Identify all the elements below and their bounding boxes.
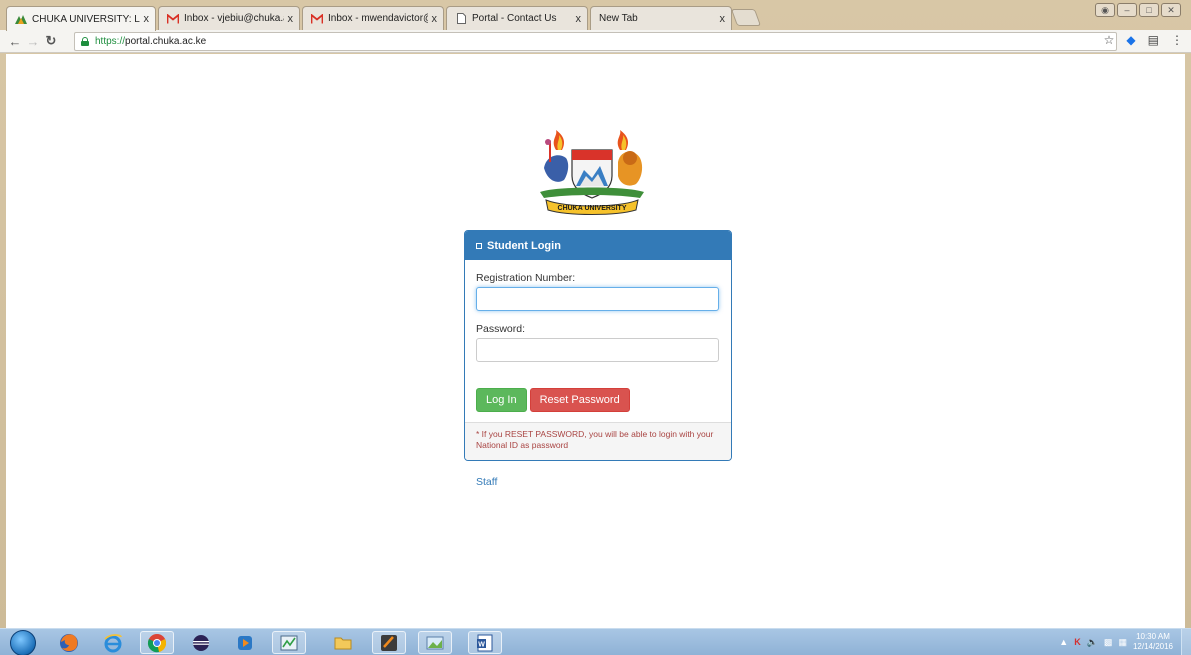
close-tab-icon[interactable]: x — [432, 13, 438, 25]
registration-number-label: Registration Number: — [476, 272, 576, 284]
tab-inbox-mwendavictor[interactable]: Inbox - mwendavictor@ x — [302, 6, 444, 30]
page-icon — [455, 13, 467, 25]
form-actions: Log In Reset Password — [476, 388, 720, 412]
sublime-text-icon[interactable] — [372, 631, 406, 654]
reload-icon[interactable]: ↻ — [42, 33, 60, 49]
clock-date: 12/14/2016 — [1132, 642, 1173, 651]
tab-title: Portal - Contact Us — [472, 13, 557, 24]
show-desktop-button[interactable] — [1181, 629, 1191, 655]
action-center-icon[interactable]: ▦ — [1118, 637, 1127, 648]
file-explorer-icon[interactable] — [326, 631, 360, 654]
eclipse-icon[interactable] — [184, 631, 218, 654]
forward-icon[interactable]: → — [24, 34, 42, 49]
volume-icon[interactable]: 🔈 — [1087, 637, 1098, 648]
url-text: https://portal.chuka.ac.ke — [95, 36, 207, 47]
tab-title: CHUKA UNIVERSITY: Log — [32, 13, 140, 25]
close-tab-icon[interactable]: x — [288, 13, 294, 25]
tab-inbox-vjebiu[interactable]: Inbox - vjebiu@chuka.ac x — [158, 6, 300, 30]
word-icon[interactable]: W — [468, 631, 502, 654]
menu-icon[interactable]: ⋮ — [1171, 33, 1183, 47]
maximize-button[interactable]: □ — [1139, 3, 1159, 17]
internet-explorer-icon[interactable] — [96, 631, 130, 654]
photos-icon[interactable] — [418, 631, 452, 654]
user-icon — [476, 242, 482, 249]
new-tab-button[interactable] — [730, 9, 762, 26]
gmail-icon — [311, 13, 323, 25]
browser-window: CHUKA UNIVERSITY: Log x Inbox - vjebiu@c… — [0, 0, 1191, 628]
extension-icon[interactable]: ◆ — [1126, 33, 1135, 47]
logo-banner-text: CHUKA UNIVERSITY — [558, 205, 627, 212]
minimize-button[interactable]: – — [1117, 3, 1137, 17]
lock-icon — [81, 37, 89, 46]
resource-monitor-icon[interactable] — [272, 631, 306, 654]
bookmark-star-icon[interactable]: ☆ — [1104, 33, 1115, 47]
network-icon[interactable]: ▩ — [1104, 637, 1113, 648]
chuka-favicon-icon — [15, 13, 27, 25]
close-tab-icon[interactable]: x — [144, 13, 150, 25]
tab-title: Inbox - mwendavictor@ — [328, 13, 428, 24]
password-label: Password: — [476, 323, 526, 335]
window-controls: ◉ – □ ✕ — [1095, 3, 1181, 17]
login-form: Registration Number: Password: Log In Re… — [465, 260, 731, 412]
user-icon[interactable]: ◉ — [1095, 3, 1115, 17]
media-player-icon[interactable] — [228, 631, 262, 654]
web-page: CHUKA UNIVERSITY Student Login Registrat… — [6, 54, 1185, 628]
reset-password-button[interactable]: Reset Password — [529, 388, 630, 412]
browser-toolbar: ← → ↻ https://portal.chuka.ac.ke ☆ ◆ ▤ ⋮ — [0, 30, 1191, 53]
tab-chuka-login[interactable]: CHUKA UNIVERSITY: Log x — [6, 6, 156, 31]
student-login-panel: Student Login Registration Number: Passw… — [464, 230, 732, 461]
staff-link[interactable]: Staff — [476, 476, 497, 488]
reset-password-note: * If you RESET PASSWORD, you will be abl… — [465, 422, 731, 460]
cast-icon[interactable]: ▤ — [1148, 33, 1159, 47]
start-button[interactable] — [10, 630, 36, 655]
password-input[interactable] — [476, 338, 719, 362]
close-tab-icon[interactable]: x — [576, 13, 582, 25]
chuka-university-logo: CHUKA UNIVERSITY — [540, 130, 644, 215]
back-icon[interactable]: ← — [6, 34, 24, 49]
registration-number-input[interactable] — [476, 287, 719, 311]
tab-strip: CHUKA UNIVERSITY: Log x Inbox - vjebiu@c… — [0, 0, 1191, 31]
tab-title: Inbox - vjebiu@chuka.ac — [184, 13, 284, 24]
close-tab-icon[interactable]: x — [720, 13, 726, 25]
gmail-icon — [167, 13, 179, 25]
windows-taskbar: W ▲ K 🔈 ▩ ▦ 10:30 AM 12/14/2016 — [0, 628, 1191, 655]
clock-time: 10:30 AM — [1136, 632, 1170, 641]
panel-title: Student Login — [487, 239, 561, 252]
clock[interactable]: 10:30 AM 12/14/2016 — [1133, 632, 1173, 652]
tab-title: New Tab — [599, 13, 638, 24]
login-button[interactable]: Log In — [476, 388, 527, 412]
address-bar[interactable]: https://portal.chuka.ac.ke — [74, 32, 1117, 51]
close-window-button[interactable]: ✕ — [1161, 3, 1181, 17]
system-tray: ▲ K 🔈 ▩ ▦ 10:30 AM 12/14/2016 — [1059, 632, 1173, 652]
show-hidden-icons-icon[interactable]: ▲ — [1059, 637, 1068, 647]
chrome-icon[interactable] — [140, 631, 174, 654]
tab-new-tab[interactable]: New Tab x — [590, 6, 732, 30]
svg-text:W: W — [478, 641, 485, 648]
tab-portal-contact[interactable]: Portal - Contact Us x — [446, 6, 588, 30]
kaspersky-icon[interactable]: K — [1074, 637, 1081, 647]
panel-heading: Student Login — [465, 231, 731, 260]
firefox-icon[interactable] — [52, 631, 86, 654]
toolbar-actions: ☆ ◆ ▤ ⋮ — [1104, 33, 1183, 47]
